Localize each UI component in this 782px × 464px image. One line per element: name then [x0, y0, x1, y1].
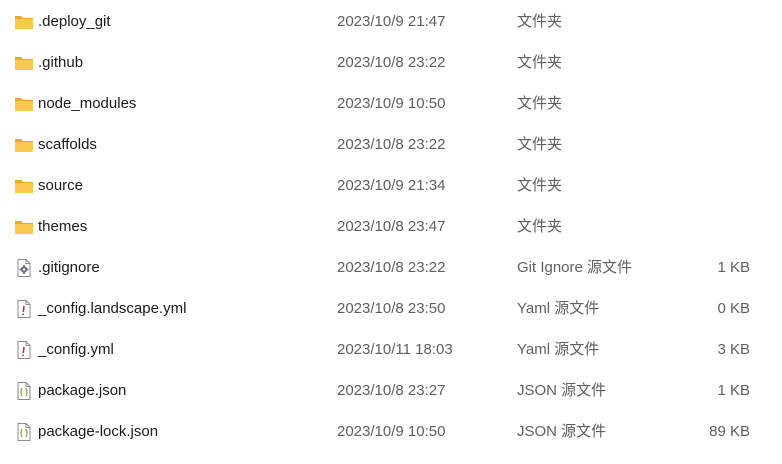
file-row[interactable]: node_modules 2023/10/9 10:50 文件夹	[0, 83, 782, 124]
file-row[interactable]: .deploy_git 2023/10/9 21:47 文件夹	[0, 1, 782, 42]
file-type: 文件夹	[517, 177, 563, 194]
file-row[interactable]: _config.landscape.yml 2023/10/8 23:50 Ya…	[0, 288, 782, 329]
date-modified: 2023/10/8 23:22	[337, 136, 446, 153]
file-name: source	[38, 177, 84, 194]
date-modified: 2023/10/8 23:22	[337, 259, 446, 276]
file-type: 文件夹	[517, 13, 563, 30]
file-row[interactable]: source 2023/10/9 21:34 文件夹	[0, 165, 782, 206]
file-type: Yaml 源文件	[517, 300, 600, 317]
file-size: 1 KB	[717, 382, 750, 399]
date-modified: 2023/10/8 23:22	[337, 54, 446, 71]
file-name: .gitignore	[38, 259, 100, 276]
file-name: .github	[38, 54, 84, 71]
file-name: .deploy_git	[38, 13, 111, 30]
file-type: JSON 源文件	[517, 382, 607, 399]
file-row[interactable]: .github 2023/10/8 23:22 文件夹	[0, 42, 782, 83]
file-name: themes	[38, 218, 88, 235]
file-name: _config.landscape.yml	[38, 300, 187, 317]
folder-icon	[14, 53, 34, 73]
file-row[interactable]: package.json 2023/10/8 23:27 JSON 源文件 1 …	[0, 370, 782, 411]
file-list: .deploy_git 2023/10/9 21:47 文件夹 .github …	[0, 0, 782, 464]
file-row[interactable]: _config.yml 2023/10/11 18:03 Yaml 源文件 3 …	[0, 329, 782, 370]
file-type: 文件夹	[517, 136, 563, 153]
date-modified: 2023/10/8 23:27	[337, 382, 446, 399]
json-file-icon	[14, 422, 34, 442]
file-name: package.json	[38, 382, 127, 399]
date-modified: 2023/10/9 21:34	[337, 177, 446, 194]
date-modified: 2023/10/11 18:03	[337, 341, 453, 358]
file-row[interactable]: themes 2023/10/8 23:47 文件夹	[0, 206, 782, 247]
file-size: 0 KB	[717, 300, 750, 317]
date-modified: 2023/10/8 23:50	[337, 300, 446, 317]
file-type: 文件夹	[517, 95, 563, 112]
file-type: Yaml 源文件	[517, 341, 600, 358]
date-modified: 2023/10/9 10:50	[337, 95, 446, 112]
file-name: node_modules	[38, 95, 137, 112]
file-size: 3 KB	[717, 341, 750, 358]
folder-icon	[14, 176, 34, 196]
folder-icon	[14, 217, 34, 237]
file-type: JSON 源文件	[517, 423, 607, 440]
file-type: 文件夹	[517, 218, 563, 235]
file-row[interactable]: .gitignore 2023/10/8 23:22 Git Ignore 源文…	[0, 247, 782, 288]
json-file-icon	[14, 381, 34, 401]
yaml-file-icon	[14, 299, 34, 319]
file-type: Git Ignore 源文件	[517, 259, 633, 276]
file-size: 1 KB	[717, 259, 750, 276]
settings-file-icon	[14, 258, 34, 278]
file-size: 89 KB	[709, 423, 750, 440]
date-modified: 2023/10/9 10:50	[337, 423, 446, 440]
file-name: scaffolds	[38, 136, 97, 153]
file-name: _config.yml	[38, 341, 114, 358]
file-name: package-lock.json	[38, 423, 159, 440]
folder-icon	[14, 12, 34, 32]
yaml-file-icon	[14, 340, 34, 360]
file-type: 文件夹	[517, 54, 563, 71]
file-row[interactable]: package-lock.json 2023/10/9 10:50 JSON 源…	[0, 411, 782, 452]
file-row[interactable]: scaffolds 2023/10/8 23:22 文件夹	[0, 124, 782, 165]
date-modified: 2023/10/8 23:47	[337, 218, 446, 235]
folder-icon	[14, 94, 34, 114]
date-modified: 2023/10/9 21:47	[337, 13, 446, 30]
folder-icon	[14, 135, 34, 155]
